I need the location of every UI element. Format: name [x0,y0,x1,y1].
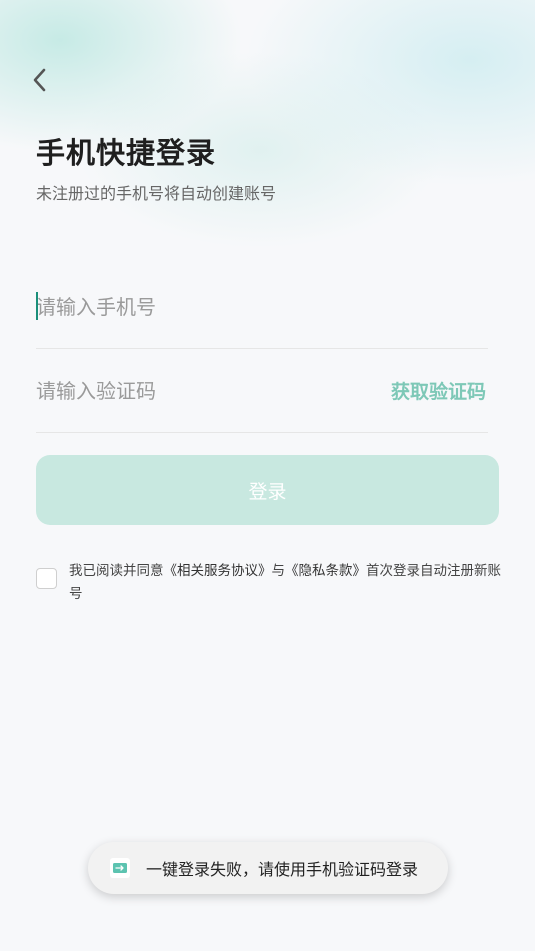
agreement-text: 我已阅读并同意《相关服务协议》与《隐私条款》首次登录自动注册新账号 [69,560,501,606]
phone-input[interactable] [36,266,366,348]
phone-field [36,266,488,349]
agreement-and: 与 [271,563,286,579]
service-agreement-link[interactable]: 《相关服务协议》 [164,563,272,579]
page-subtitle: 未注册过的手机号将自动创建账号 [36,184,277,203]
back-button[interactable] [26,64,54,96]
toast: 一键登录失败，请使用手机验证码登录 [88,842,448,894]
agreement-prefix: 我已阅读并同意 [69,563,164,579]
toast-message: 一键登录失败，请使用手机验证码登录 [146,860,419,879]
page-title: 手机快捷登录 [36,136,217,170]
app-icon [110,858,130,878]
get-code-button[interactable]: 获取验证码 [391,377,486,404]
agreement-checkbox[interactable] [36,568,57,589]
chevron-left-icon [33,68,46,92]
privacy-policy-link[interactable]: 《隐私条款》 [285,563,366,579]
verification-code-input[interactable] [36,350,366,432]
login-button[interactable]: 登录 [36,455,499,525]
code-field: 获取验证码 [36,350,488,433]
text-cursor [36,292,38,320]
